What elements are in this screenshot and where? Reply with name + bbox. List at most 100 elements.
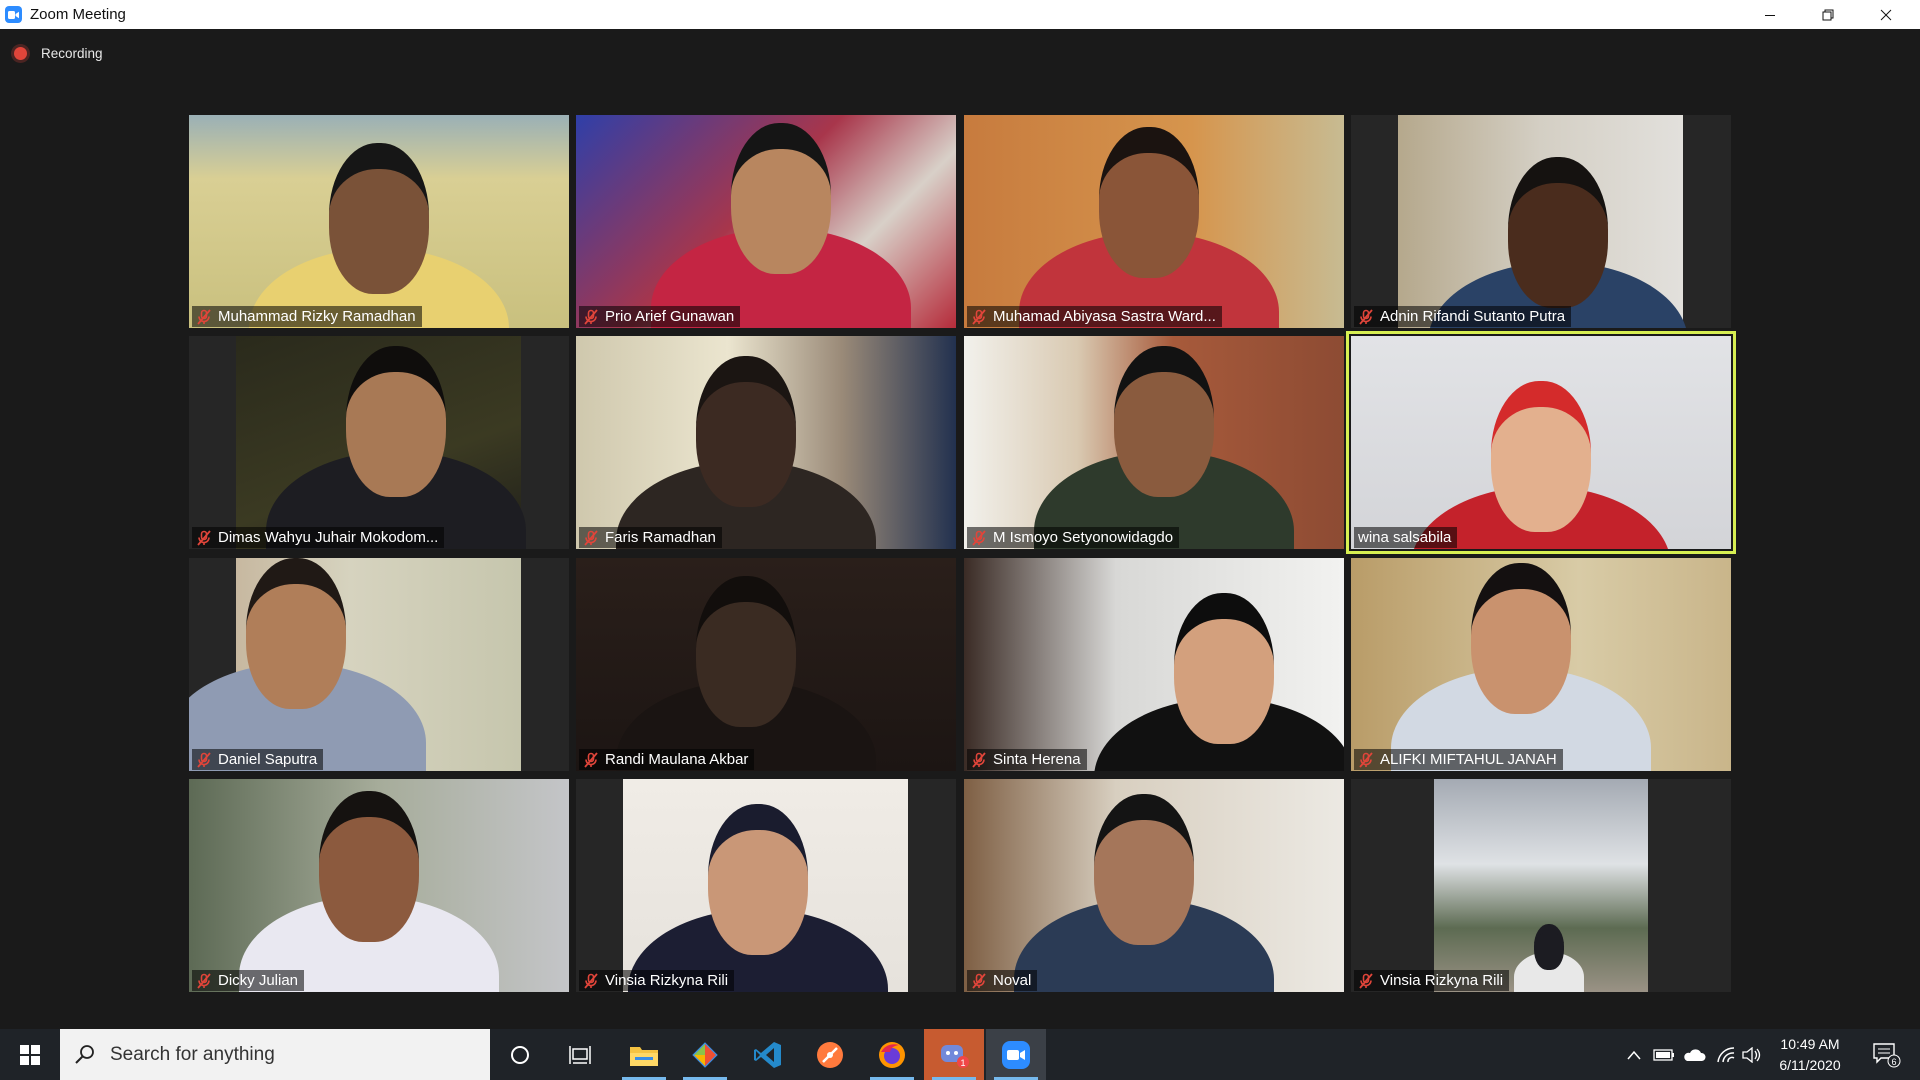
participant-face xyxy=(1534,924,1564,970)
participant-face xyxy=(708,804,808,955)
participant-tile[interactable]: ALIFKI MIFTAHUL JANAH xyxy=(1351,558,1731,771)
taskbar-file-explorer[interactable] xyxy=(614,1029,674,1080)
participant-video xyxy=(576,115,956,328)
taskbar: Search for anything 1 10:49 AM 6/11/2020… xyxy=(0,1029,1920,1080)
participant-tile[interactable]: Noval xyxy=(964,779,1344,992)
meeting-area: Recording Muhammad Rizky Ramadhan Prio Ar… xyxy=(0,29,1920,1029)
action-center-button[interactable]: 6 xyxy=(1862,1029,1912,1080)
participant-face xyxy=(1114,346,1214,497)
participant-tile[interactable]: wina salsabila xyxy=(1346,331,1736,554)
wifi-icon xyxy=(1717,1046,1735,1062)
recording-indicator[interactable]: Recording xyxy=(14,46,103,61)
participant-tile[interactable]: Adnin Rifandi Sutanto Putra xyxy=(1351,115,1731,328)
participant-name: Randi Maulana Akbar xyxy=(605,751,749,768)
participant-tile[interactable]: Prio Arief Gunawan xyxy=(576,115,956,328)
taskbar-zoom[interactable] xyxy=(986,1029,1046,1080)
participant-video xyxy=(576,336,956,549)
participant-tile[interactable]: Dimas Wahyu Juhair Mokodom... xyxy=(189,336,569,549)
onedrive-tray[interactable] xyxy=(1680,1029,1708,1080)
participant-name: Muhammad Rizky Ramadhan xyxy=(218,308,416,325)
participant-video xyxy=(964,115,1344,328)
cortana-button[interactable] xyxy=(490,1029,550,1080)
close-button[interactable] xyxy=(1857,0,1915,29)
participant-name-label: Prio Arief Gunawan xyxy=(579,306,741,327)
participant-name-label: Muhammad Rizky Ramadhan xyxy=(192,306,422,327)
search-icon xyxy=(75,1044,94,1064)
participant-name-label: Dicky Julian xyxy=(192,970,305,991)
search-placeholder: Search for anything xyxy=(110,1043,275,1065)
minimize-button[interactable] xyxy=(1741,0,1799,29)
participant-tile[interactable]: M Ismoyo Setyonowidagdo xyxy=(964,336,1344,549)
participant-video xyxy=(1351,336,1731,549)
participant-tile[interactable]: Vinsia Rizkyna Rili xyxy=(1351,779,1731,992)
close-icon xyxy=(1880,9,1892,20)
participant-face xyxy=(1491,381,1591,532)
zoom-app-icon xyxy=(5,6,22,23)
participant-tile[interactable]: Muhamad Abiyasa Sastra Ward... xyxy=(964,115,1344,328)
participant-name-label: Vinsia Rizkyna Rili xyxy=(1354,970,1510,991)
task-view-button[interactable] xyxy=(550,1029,610,1080)
start-button[interactable] xyxy=(0,1029,60,1080)
taskbar-git[interactable] xyxy=(675,1029,735,1080)
speaker-icon xyxy=(1742,1046,1761,1063)
participant-name-label: Daniel Saputra xyxy=(192,749,324,770)
clock-time: 10:49 AM xyxy=(1780,1036,1840,1052)
restore-button[interactable] xyxy=(1799,0,1857,29)
taskbar-search[interactable]: Search for anything xyxy=(60,1029,490,1080)
muted-mic-icon xyxy=(197,751,211,768)
participant-tile[interactable]: Randi Maulana Akbar xyxy=(576,558,956,771)
participant-face xyxy=(319,791,419,942)
participant-name-label: Noval xyxy=(967,970,1038,991)
muted-mic-icon xyxy=(197,308,211,325)
participant-video xyxy=(1351,558,1731,771)
muted-mic-icon xyxy=(1359,751,1373,768)
task-view-icon xyxy=(569,1045,591,1064)
muted-mic-icon xyxy=(1359,972,1373,989)
network-tray[interactable] xyxy=(1712,1029,1740,1080)
battery-tray[interactable] xyxy=(1650,1029,1678,1080)
participant-tile[interactable]: Muhammad Rizky Ramadhan xyxy=(189,115,569,328)
participant-name: Adnin Rifandi Sutanto Putra xyxy=(1380,308,1566,325)
muted-mic-icon xyxy=(972,308,986,325)
participant-name: Faris Ramadhan xyxy=(605,529,716,546)
git-icon xyxy=(692,1041,718,1068)
vscode-icon xyxy=(754,1041,781,1068)
muted-mic-icon xyxy=(584,308,598,325)
muted-mic-icon xyxy=(584,529,598,546)
taskbar-firefox[interactable] xyxy=(862,1029,922,1080)
participant-face xyxy=(1471,563,1571,714)
participant-name: Daniel Saputra xyxy=(218,751,318,768)
taskbar-clock[interactable]: 10:49 AM 6/11/2020 xyxy=(1760,1034,1860,1076)
participant-video xyxy=(964,558,1344,771)
participant-name-label: Dimas Wahyu Juhair Mokodom... xyxy=(192,527,445,548)
clock-date: 6/11/2020 xyxy=(1779,1057,1841,1073)
brave-icon xyxy=(817,1041,843,1068)
participant-video xyxy=(236,336,526,549)
participant-video xyxy=(964,336,1344,549)
cortana-icon xyxy=(511,1045,529,1064)
chevron-up-icon xyxy=(1627,1050,1641,1059)
windows-start-icon xyxy=(20,1044,40,1065)
participant-name: Vinsia Rizkyna Rili xyxy=(605,972,729,989)
muted-mic-icon xyxy=(197,972,211,989)
minimize-icon xyxy=(1765,14,1775,16)
show-hidden-icons-button[interactable] xyxy=(1620,1029,1648,1080)
participant-tile[interactable]: Vinsia Rizkyna Rili xyxy=(576,779,956,992)
taskbar-discord[interactable]: 1 xyxy=(924,1029,984,1080)
muted-mic-icon xyxy=(972,751,986,768)
participant-name: wina salsabila xyxy=(1358,529,1452,546)
taskbar-browser[interactable] xyxy=(800,1029,860,1080)
participant-video xyxy=(623,779,908,992)
recording-dot-icon xyxy=(14,47,27,60)
participant-face xyxy=(246,558,346,709)
participant-name-label: ALIFKI MIFTAHUL JANAH xyxy=(1354,749,1563,770)
participant-face xyxy=(1094,794,1194,945)
participant-tile[interactable]: Sinta Herena xyxy=(964,558,1344,771)
taskbar-vscode[interactable] xyxy=(738,1029,798,1080)
participant-video xyxy=(1398,115,1688,328)
participant-name: Noval xyxy=(993,972,1032,989)
participant-tile[interactable]: Faris Ramadhan xyxy=(576,336,956,549)
participant-tile[interactable]: Daniel Saputra xyxy=(189,558,569,771)
participant-tile[interactable]: Dicky Julian xyxy=(189,779,569,992)
muted-mic-icon xyxy=(197,529,211,546)
